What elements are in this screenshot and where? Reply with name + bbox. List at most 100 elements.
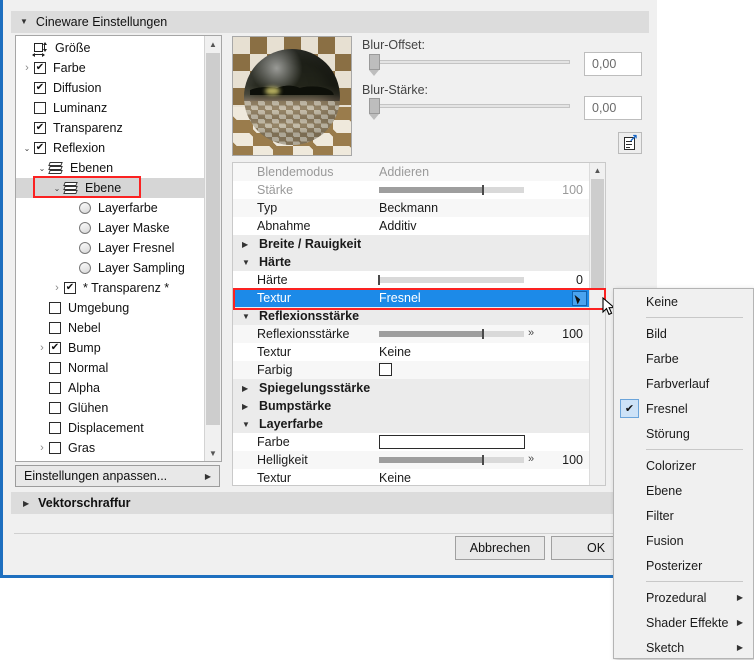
chevron-right-icon[interactable]: › [35,342,49,354]
property-row[interactable]: ▼ Reflexionsstärke [233,307,591,325]
property-scrollbar[interactable]: ▲ [589,163,605,485]
menu-item-filter[interactable]: Filter [614,503,753,528]
slider-stepper-icon[interactable]: » [528,453,534,465]
menu-item-fresnel[interactable]: ✔ Fresnel [614,396,753,421]
property-row[interactable]: Farbe [233,433,591,451]
tree-item-normal[interactable]: Normal [16,358,204,378]
property-row[interactable]: Abnahme Additiv [233,217,591,235]
checkbox-checked[interactable]: ✔ [34,122,46,134]
property-row[interactable]: ▶ Breite / Rauigkeit [233,235,591,253]
menu-item-posterizer[interactable]: Posterizer [614,553,753,578]
slider-handle[interactable] [378,275,380,285]
blur-strength-slider-knob[interactable] [369,98,380,120]
menu-item-bild[interactable]: Bild [614,321,753,346]
menu-item-ebene[interactable]: Ebene [614,478,753,503]
slider-handle[interactable] [482,455,485,465]
tree-item-umgebung[interactable]: Umgebung [16,298,204,318]
checkbox-unchecked[interactable] [379,363,392,376]
property-row[interactable]: Textur Keine [233,343,591,361]
property-row[interactable]: Typ Beckmann [233,199,591,217]
tree-item-transparenz[interactable]: › ✔ * Transparenz * [16,278,204,298]
tree-item-luminanz[interactable]: Luminanz [16,98,204,118]
material-preview-thumbnail[interactable] [232,36,352,156]
tree-item-layer-sampling[interactable]: Layer Sampling [16,258,204,278]
slider-handle[interactable] [482,185,485,195]
blur-strength-value-field[interactable]: 0,00 [584,96,642,120]
chevron-down-icon[interactable]: ▼ [242,420,250,429]
tree-item-reflexion[interactable]: ⌄ ✔ Reflexion [16,138,204,158]
tree-item-gr-e[interactable]: Größe [16,38,204,58]
tree-scrollbar-thumb[interactable] [206,53,220,425]
chevron-down-icon[interactable]: ⌄ [50,184,64,193]
cancel-button[interactable]: Abbrechen [455,536,545,560]
radio-icon[interactable] [79,242,91,254]
property-number[interactable]: 0 [576,273,583,287]
checkbox-unchecked[interactable] [49,422,61,434]
checkbox-checked[interactable]: ✔ [34,142,46,154]
checkbox-checked[interactable]: ✔ [64,282,76,294]
tree-item-bump[interactable]: › ✔ Bump [16,338,204,358]
checkbox-unchecked[interactable] [49,382,61,394]
tree-item-farbe[interactable]: › ✔ Farbe [16,58,204,78]
property-row[interactable]: Textur Keine [233,469,591,485]
tree-scroll-down-icon[interactable]: ▼ [205,445,221,461]
property-row[interactable]: Stärke 100 [233,181,591,199]
property-row[interactable]: ▼ Layerfarbe [233,415,591,433]
chevron-right-icon[interactable]: ▶ [242,402,248,411]
radio-icon[interactable] [79,202,91,214]
menu-item-colorizer[interactable]: Colorizer [614,453,753,478]
checkbox-unchecked[interactable] [49,302,61,314]
checkbox-unchecked[interactable] [49,442,61,454]
texture-dropdown-button[interactable] [572,291,587,306]
menu-item-st-rung[interactable]: Störung [614,421,753,446]
tree-item-ebenen[interactable]: ⌄ Ebenen [16,158,204,178]
radio-icon[interactable] [79,222,91,234]
chevron-down-icon[interactable]: ▼ [242,258,250,267]
section-header-vektorschraffur[interactable]: ▶ Vektorschraffur [11,492,649,514]
menu-item-fusion[interactable]: Fusion [614,528,753,553]
property-number[interactable]: 100 [562,183,583,197]
tree-item-diffusion[interactable]: ✔ Diffusion [16,78,204,98]
property-number[interactable]: 100 [562,327,583,341]
tree-item-layerfarbe[interactable]: Layerfarbe [16,198,204,218]
tree-item-layer-fresnel[interactable]: Layer Fresnel [16,238,204,258]
property-row[interactable]: ▶ Bumpstärke [233,397,591,415]
property-number[interactable]: 100 [562,453,583,467]
property-row[interactable]: Härte 0 [233,271,591,289]
tree-item-alpha[interactable]: Alpha [16,378,204,398]
tree-item-gras[interactable]: › Gras [16,438,204,458]
property-scrollbar-thumb[interactable] [591,179,604,289]
chevron-right-icon[interactable]: › [20,62,34,74]
property-row[interactable]: Reflexionsstärke » 100 [233,325,591,343]
blur-offset-value-field[interactable]: 0,00 [584,52,642,76]
section-header-cineware[interactable]: ▼ Cineware Einstellungen [11,11,649,33]
property-row[interactable]: Farbig [233,361,591,379]
checkbox-unchecked[interactable] [49,402,61,414]
chevron-right-icon[interactable]: ▶ [242,384,248,393]
checkbox-unchecked[interactable] [49,362,61,374]
menu-item-farbe[interactable]: Farbe [614,346,753,371]
color-swatch[interactable] [379,435,525,449]
menu-item-shader-effekte[interactable]: Shader Effekte ▶ [614,610,753,635]
slider-track[interactable] [379,277,524,283]
checkbox-unchecked[interactable] [49,322,61,334]
checkbox-checked[interactable]: ✔ [34,82,46,94]
tree-item-layer-maske[interactable]: Layer Maske [16,218,204,238]
menu-item-prozedural[interactable]: Prozedural ▶ [614,585,753,610]
menu-item-farbverlauf[interactable]: Farbverlauf [614,371,753,396]
tree-scrollbar[interactable]: ▲ ▼ [204,36,221,461]
channel-tree-panel[interactable]: Größe › ✔ Farbe ✔ Diffusion Luminanz ✔ Transp… [15,35,222,462]
property-scroll-up-icon[interactable]: ▲ [590,163,605,178]
slider-handle[interactable] [482,329,485,339]
tree-item-displacement[interactable]: Displacement [16,418,204,438]
property-row[interactable]: Helligkeit » 100 [233,451,591,469]
menu-item-sketch[interactable]: Sketch ▶ [614,635,753,660]
blur-strength-slider-track[interactable] [370,104,570,108]
checkbox-checked[interactable]: ✔ [34,62,46,74]
tree-item-transparenz[interactable]: ✔ Transparenz [16,118,204,138]
blur-offset-slider-track[interactable] [370,60,570,64]
tree-scroll-up-icon[interactable]: ▲ [205,36,221,52]
blur-offset-slider-knob[interactable] [369,54,380,76]
tree-item-nebel[interactable]: Nebel [16,318,204,338]
checkbox-checked[interactable]: ✔ [49,342,61,354]
